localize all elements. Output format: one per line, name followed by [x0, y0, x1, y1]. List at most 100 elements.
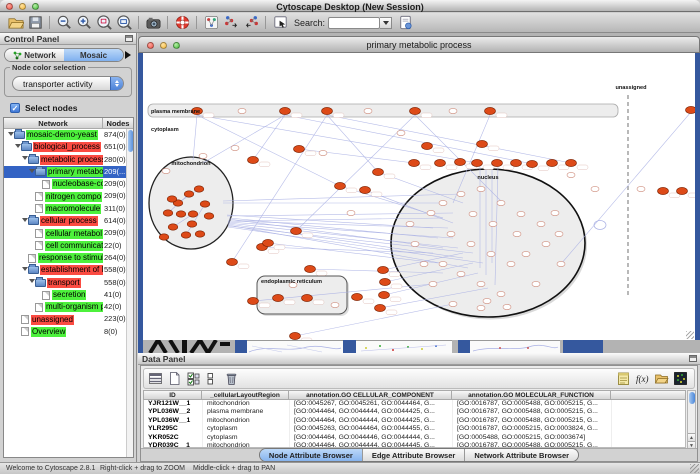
graph-edge[interactable]: [285, 115, 533, 164]
tab-network[interactable]: Network: [5, 49, 64, 61]
tree-row[interactable]: primary metabo209(...: [4, 166, 133, 178]
graph-node-transporter[interactable]: [477, 140, 488, 147]
select-all-attributes-icon[interactable]: [185, 370, 202, 387]
graph-edge[interactable]: [197, 115, 477, 163]
graph-node-transporter[interactable]: [194, 186, 204, 192]
graph-node-transporter[interactable]: [181, 232, 191, 238]
tree-row[interactable]: mosaic-demo-yeast874(0): [4, 129, 133, 141]
graph-node-unmapped[interactable]: [537, 221, 545, 226]
graph-node-unmapped[interactable]: [429, 281, 437, 286]
tree-row[interactable]: biological_process651(0): [4, 141, 133, 153]
graph-node-transporter[interactable]: [176, 211, 186, 217]
table-row[interactable]: YKR052Ccytoplasm[GO:0044464, GO:0044446,…: [144, 434, 685, 442]
expand-arrow-icon[interactable]: [21, 156, 28, 163]
graph-node-transporter[interactable]: [280, 107, 291, 114]
expand-arrow-icon[interactable]: [21, 267, 28, 274]
window-edge[interactable]: [458, 340, 470, 353]
graph-node-unmapped[interactable]: [542, 241, 550, 246]
graph-node-transporter[interactable]: [511, 159, 522, 166]
graph-node-transporter[interactable]: [273, 294, 284, 301]
graph-node-transporter[interactable]: [527, 160, 538, 167]
tree-row[interactable]: macromolecule311(0): [4, 203, 133, 215]
column-header-network[interactable]: Network: [4, 118, 103, 129]
graph-edge[interactable]: [193, 115, 197, 160]
graph-edge[interactable]: [299, 149, 414, 163]
graph-node-transporter[interactable]: [485, 107, 496, 114]
float-panel-icon[interactable]: [689, 355, 697, 362]
graph-node-unmapped[interactable]: [477, 305, 485, 310]
tree-row[interactable]: multi-organism pro42(0): [4, 301, 133, 313]
graph-node-transporter[interactable]: [422, 142, 433, 149]
view-resize-grip[interactable]: [686, 331, 694, 339]
zoom-selected-region-icon[interactable]: [95, 14, 113, 32]
graph-node-unmapped[interactable]: [555, 231, 563, 236]
graph-node-transporter[interactable]: [360, 186, 371, 193]
window-edge[interactable]: [563, 340, 603, 353]
column-header[interactable]: annotation.GO CELLULAR_COMPONENT: [289, 390, 452, 400]
graph-node-unmapped[interactable]: [319, 150, 327, 155]
graph-node-transporter[interactable]: [375, 304, 386, 311]
tab-network-attribute-browser[interactable]: Network Attribute Browser: [464, 449, 578, 461]
tree-row[interactable]: establishment of lo558(0): [4, 264, 133, 276]
window-edge[interactable]: [235, 340, 247, 353]
select-nodes-checkbox[interactable]: ✓: [10, 103, 20, 113]
graph-node-transporter[interactable]: [159, 234, 169, 240]
network-snapshot-icon[interactable]: [144, 14, 162, 32]
graph-node-transporter[interactable]: [248, 297, 259, 304]
network-view-titlebar[interactable]: primary metabolic process: [138, 36, 700, 53]
graph-node-unmapped[interactable]: [439, 261, 447, 266]
network-graph[interactable]: plasma membranecytoplasmmitochondrionnuc…: [143, 53, 695, 340]
tab-mosaic[interactable]: Mosaic: [64, 49, 123, 61]
window-edge[interactable]: [343, 340, 356, 353]
table-row[interactable]: YPL036W__2plasma membrane[GO:0044464, GO…: [144, 408, 685, 416]
graph-node-transporter[interactable]: [168, 224, 178, 230]
graph-node-transporter[interactable]: [547, 159, 558, 166]
graph-node-transporter[interactable]: [435, 159, 446, 166]
graph-node-transporter[interactable]: [195, 231, 205, 237]
graph-node-unmapped[interactable]: [449, 301, 457, 306]
zoom-in-icon[interactable]: [75, 14, 93, 32]
graph-node-transporter[interactable]: [658, 187, 669, 194]
tree-row[interactable]: unassigned223(0): [4, 313, 133, 325]
graph-node-transporter[interactable]: [686, 106, 696, 113]
tree-row[interactable]: transport558(0): [4, 277, 133, 289]
graph-node-unmapped[interactable]: [238, 108, 246, 113]
table-row[interactable]: YPL036W__1mitochondrion[GO:0044464, GO:0…: [144, 417, 685, 425]
annotation-icon[interactable]: [271, 14, 289, 32]
graph-node-transporter[interactable]: [184, 191, 194, 197]
graph-node-unmapped[interactable]: [469, 211, 477, 216]
graph-node-unmapped[interactable]: [364, 108, 372, 113]
graph-node-unmapped[interactable]: [447, 231, 455, 236]
graph-node-transporter[interactable]: [677, 187, 688, 194]
graph-node-transporter[interactable]: [188, 211, 198, 217]
graph-node-transporter[interactable]: [200, 201, 210, 207]
graph-node-transporter[interactable]: [163, 210, 173, 216]
zoom-out-icon[interactable]: [55, 14, 73, 32]
open-session-icon[interactable]: [6, 14, 24, 32]
graph-node-transporter[interactable]: [378, 266, 389, 273]
graph-node-unmapped[interactable]: [489, 221, 497, 226]
tree-scrollbar[interactable]: [126, 129, 133, 457]
table-row[interactable]: YJR121W__1mitochondrion[GO:0045267, GO:0…: [144, 400, 685, 408]
graph-node-transporter[interactable]: [263, 239, 274, 246]
select-attributes-icon[interactable]: [147, 370, 164, 387]
graph-node-transporter[interactable]: [380, 278, 391, 285]
window-titlebar[interactable]: Cytoscape Desktop (New Session): [0, 0, 700, 12]
tab-node-attribute-browser[interactable]: Node Attribute Browser: [260, 449, 362, 461]
column-header-nodes[interactable]: Nodes: [103, 118, 133, 129]
graph-node-transporter[interactable]: [167, 196, 177, 202]
expand-arrow-icon[interactable]: [28, 279, 35, 286]
graph-node-unmapped[interactable]: [517, 211, 525, 216]
graph-node-transporter[interactable]: [291, 227, 302, 234]
graph-node-transporter[interactable]: [492, 159, 503, 166]
graph-node-transporter[interactable]: [566, 159, 577, 166]
tree-row[interactable]: cellular metabol209(0): [4, 227, 133, 239]
graph-node-unmapped[interactable]: [497, 200, 505, 205]
graph-node-unmapped[interactable]: [439, 200, 447, 205]
table-row[interactable]: YLR295Ccytoplasm[GO:0045263, GO:0044464,…: [144, 425, 685, 433]
tab-edge-attribute-browser[interactable]: Edge Attribute Browser: [362, 449, 464, 461]
expand-arrow-icon[interactable]: [14, 144, 21, 151]
column-header[interactable]: _cellularLayoutRegion: [202, 390, 289, 400]
unselect-all-attributes-icon[interactable]: [204, 370, 221, 387]
network-canvas[interactable]: plasma membranecytoplasmmitochondrionnuc…: [138, 53, 700, 340]
